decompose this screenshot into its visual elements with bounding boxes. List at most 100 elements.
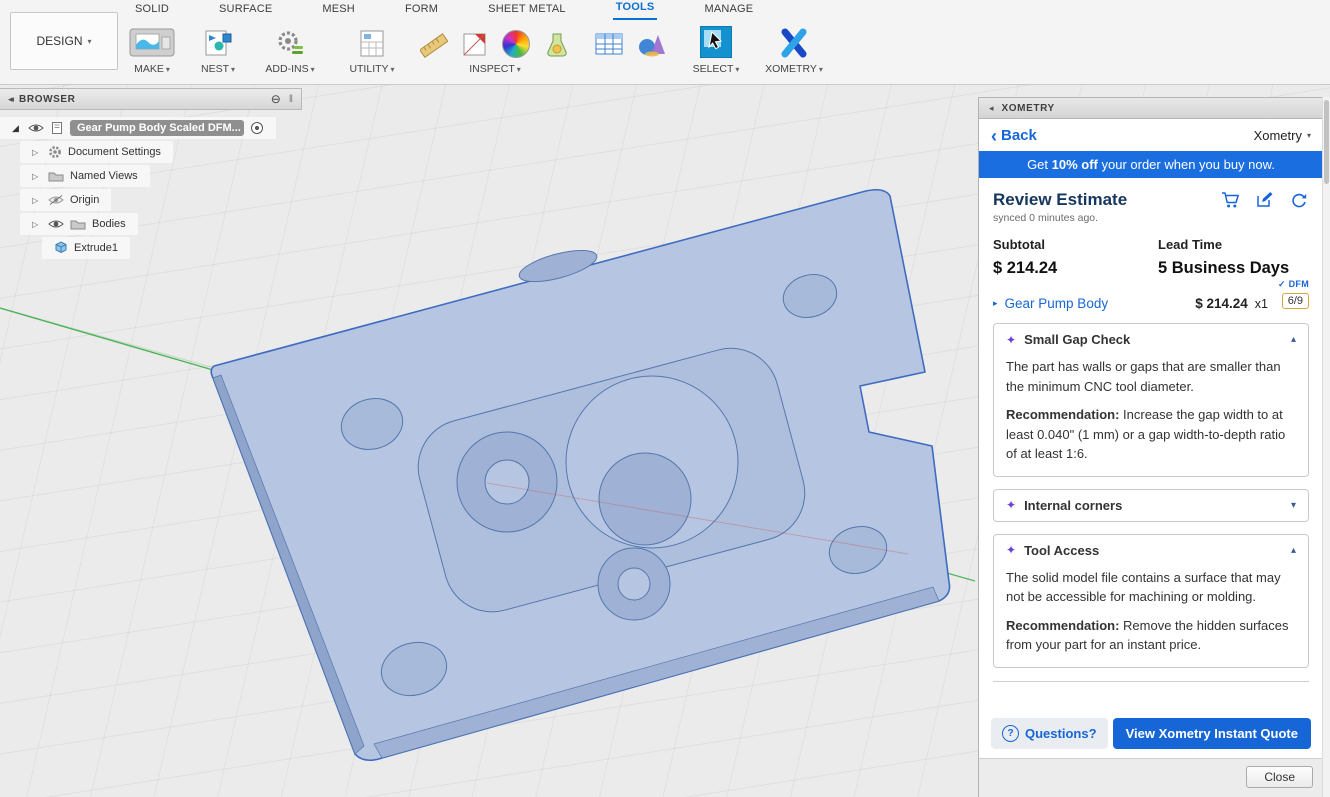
cursor-icon bbox=[706, 30, 726, 52]
inspect-menu[interactable]: INSPECT▾ bbox=[410, 63, 580, 75]
toolbar-group-xometry: XOMETRY▾ bbox=[756, 26, 832, 75]
card-tool-access-header[interactable]: ✦ Tool Access ▴ bbox=[994, 535, 1308, 566]
expand-caret-icon[interactable]: ▷ bbox=[32, 172, 42, 181]
utility-icon[interactable] bbox=[357, 28, 387, 58]
cart-icon[interactable] bbox=[1221, 191, 1241, 209]
chevron-up-icon[interactable]: ▴ bbox=[1291, 334, 1296, 345]
card-tool-access-body: The solid model file contains a surface … bbox=[994, 566, 1308, 667]
select-menu[interactable]: SELECT▾ bbox=[686, 63, 746, 75]
measure-icon[interactable] bbox=[420, 30, 448, 58]
view-instant-quote-button[interactable]: View Xometry Instant Quote bbox=[1113, 718, 1311, 749]
dfm-score-badge[interactable]: 6/9 bbox=[1282, 293, 1309, 309]
tree-item-extrude1[interactable]: Extrude1 bbox=[42, 236, 302, 260]
toolbar-group-addins: ADD-INS▾ bbox=[258, 26, 322, 75]
lead-time-label: Lead Time bbox=[1158, 237, 1309, 252]
parameters-table-icon[interactable] bbox=[594, 30, 624, 58]
toolbar-group-utility: UTILITY▾ bbox=[342, 26, 402, 75]
xometry-panel-body: Review Estimate synced 0 minutes ago. Su… bbox=[979, 178, 1323, 682]
browser-panel: ◂◂ BROWSER ⊖ ‖ ◢ Gear Pump Body Scaled D… bbox=[0, 88, 302, 260]
card-small-gap-check: ✦ Small Gap Check ▴ The part has walls o… bbox=[993, 323, 1309, 477]
ribbon-tabs: SOLID SURFACE MESH FORM SHEET METAL TOOL… bbox=[0, 0, 1330, 20]
chevron-left-icon: ‹ bbox=[991, 129, 997, 143]
card-small-gap-check-header[interactable]: ✦ Small Gap Check ▴ bbox=[994, 324, 1308, 355]
tree-item-origin[interactable]: ▷ Origin bbox=[20, 188, 302, 212]
extrude-feature-icon bbox=[54, 241, 68, 255]
tab-mesh[interactable]: MESH bbox=[319, 0, 358, 20]
part-3d[interactable] bbox=[211, 190, 949, 761]
xometry-menu[interactable]: XOMETRY▾ bbox=[756, 63, 832, 75]
chevron-down-icon: ▾ bbox=[735, 65, 739, 74]
xometry-logo-icon[interactable] bbox=[778, 28, 810, 58]
subtotal-value: $ 214.24 bbox=[993, 259, 1158, 278]
design-dropdown-button[interactable]: DESIGN ▾ bbox=[10, 12, 118, 70]
close-button[interactable]: Close bbox=[1246, 766, 1313, 788]
tab-form[interactable]: FORM bbox=[402, 0, 441, 20]
collapse-left-icon[interactable]: ◂◂ bbox=[8, 94, 11, 105]
tab-solid[interactable]: SOLID bbox=[132, 0, 172, 20]
refresh-icon[interactable] bbox=[1289, 191, 1309, 209]
tree-item-label[interactable]: Bodies bbox=[92, 218, 126, 230]
tree-item-document-settings[interactable]: ▷ Document Settings bbox=[20, 140, 302, 164]
eye-icon[interactable] bbox=[28, 122, 44, 134]
add-ins-menu[interactable]: ADD-INS▾ bbox=[258, 63, 322, 75]
account-dropdown[interactable]: Xometry ▾ bbox=[1254, 128, 1311, 143]
scrollbar-thumb[interactable] bbox=[1324, 100, 1329, 184]
make-menu[interactable]: MAKE▾ bbox=[122, 63, 182, 75]
tree-item-label[interactable]: Document Settings bbox=[68, 146, 161, 158]
curvature-map-icon[interactable] bbox=[502, 30, 530, 58]
line-item-name[interactable]: Gear Pump Body bbox=[1005, 296, 1109, 311]
card-internal-corners-header[interactable]: ✦ Internal corners ▾ bbox=[994, 490, 1308, 521]
section-analysis-icon[interactable] bbox=[461, 30, 489, 58]
chevron-up-icon[interactable]: ▴ bbox=[1291, 545, 1296, 556]
chevron-down-icon: ▾ bbox=[391, 65, 395, 74]
questions-button[interactable]: ? Questions? bbox=[991, 718, 1108, 749]
toolbar-group-inspect: INSPECT▾ bbox=[410, 26, 580, 75]
back-button[interactable]: ‹ Back bbox=[991, 127, 1037, 144]
collapse-panel-icon[interactable]: ◂ bbox=[989, 103, 994, 114]
folder-icon bbox=[48, 170, 64, 182]
browser-title: BROWSER bbox=[19, 94, 263, 105]
primitives-icon[interactable] bbox=[637, 30, 667, 58]
analysis-icon[interactable] bbox=[543, 30, 571, 58]
divider bbox=[993, 681, 1309, 682]
panel-handle-icon[interactable]: ‖ bbox=[289, 94, 293, 105]
tree-item-named-views[interactable]: ▷ Named Views bbox=[20, 164, 302, 188]
select-tool-icon[interactable] bbox=[700, 26, 732, 58]
folder-icon bbox=[70, 218, 86, 230]
expand-triangle-icon[interactable]: ▸ bbox=[993, 298, 998, 309]
chevron-down-icon: ▾ bbox=[819, 65, 823, 74]
tree-item-label[interactable]: Named Views bbox=[70, 170, 138, 182]
dfm-check-icon: ✓ DFM bbox=[1278, 279, 1309, 290]
ground-component-icon[interactable] bbox=[250, 121, 264, 135]
line-item-row[interactable]: ▸ Gear Pump Body $ 214.24 x1 ✓ DFM 6/9 bbox=[993, 296, 1309, 311]
panel-scrollbar[interactable] bbox=[1322, 97, 1330, 797]
line-item-price: $ 214.24 bbox=[1195, 296, 1248, 311]
tree-root-label[interactable]: Gear Pump Body Scaled DFM... bbox=[70, 120, 244, 136]
utility-menu[interactable]: UTILITY▾ bbox=[342, 63, 402, 75]
tree-item-bodies[interactable]: ▷ Bodies bbox=[20, 212, 302, 236]
nest-icon[interactable] bbox=[203, 28, 233, 58]
tab-surface[interactable]: SURFACE bbox=[216, 0, 275, 20]
review-estimate-title: Review Estimate bbox=[993, 190, 1127, 210]
expand-caret-icon[interactable]: ▷ bbox=[32, 196, 42, 205]
chevron-down-icon: ▾ bbox=[88, 37, 92, 46]
chevron-down-icon[interactable]: ▾ bbox=[1291, 500, 1296, 511]
eye-icon[interactable] bbox=[48, 218, 64, 230]
toolbar-group-select: SELECT▾ bbox=[686, 26, 746, 75]
card-small-gap-check-body: The part has walls or gaps that are smal… bbox=[994, 355, 1308, 476]
expand-caret-icon[interactable]: ▷ bbox=[32, 148, 42, 157]
tab-tools[interactable]: TOOLS bbox=[613, 0, 658, 20]
tree-item-label[interactable]: Origin bbox=[70, 194, 99, 206]
make-icon[interactable] bbox=[129, 28, 175, 58]
eye-off-icon[interactable] bbox=[48, 194, 64, 206]
tree-item-label[interactable]: Extrude1 bbox=[74, 242, 118, 254]
minimize-icon[interactable]: ⊖ bbox=[271, 92, 281, 106]
tab-manage[interactable]: MANAGE bbox=[701, 0, 756, 20]
tab-sheet-metal[interactable]: SHEET METAL bbox=[485, 0, 569, 20]
expand-caret-icon[interactable]: ▷ bbox=[32, 220, 42, 229]
add-ins-icon[interactable] bbox=[275, 28, 305, 58]
edit-icon[interactable] bbox=[1255, 191, 1275, 209]
design-label: DESIGN bbox=[36, 34, 82, 48]
tree-root-row[interactable]: ◢ Gear Pump Body Scaled DFM... bbox=[0, 116, 302, 140]
nest-menu[interactable]: NEST▾ bbox=[194, 63, 242, 75]
